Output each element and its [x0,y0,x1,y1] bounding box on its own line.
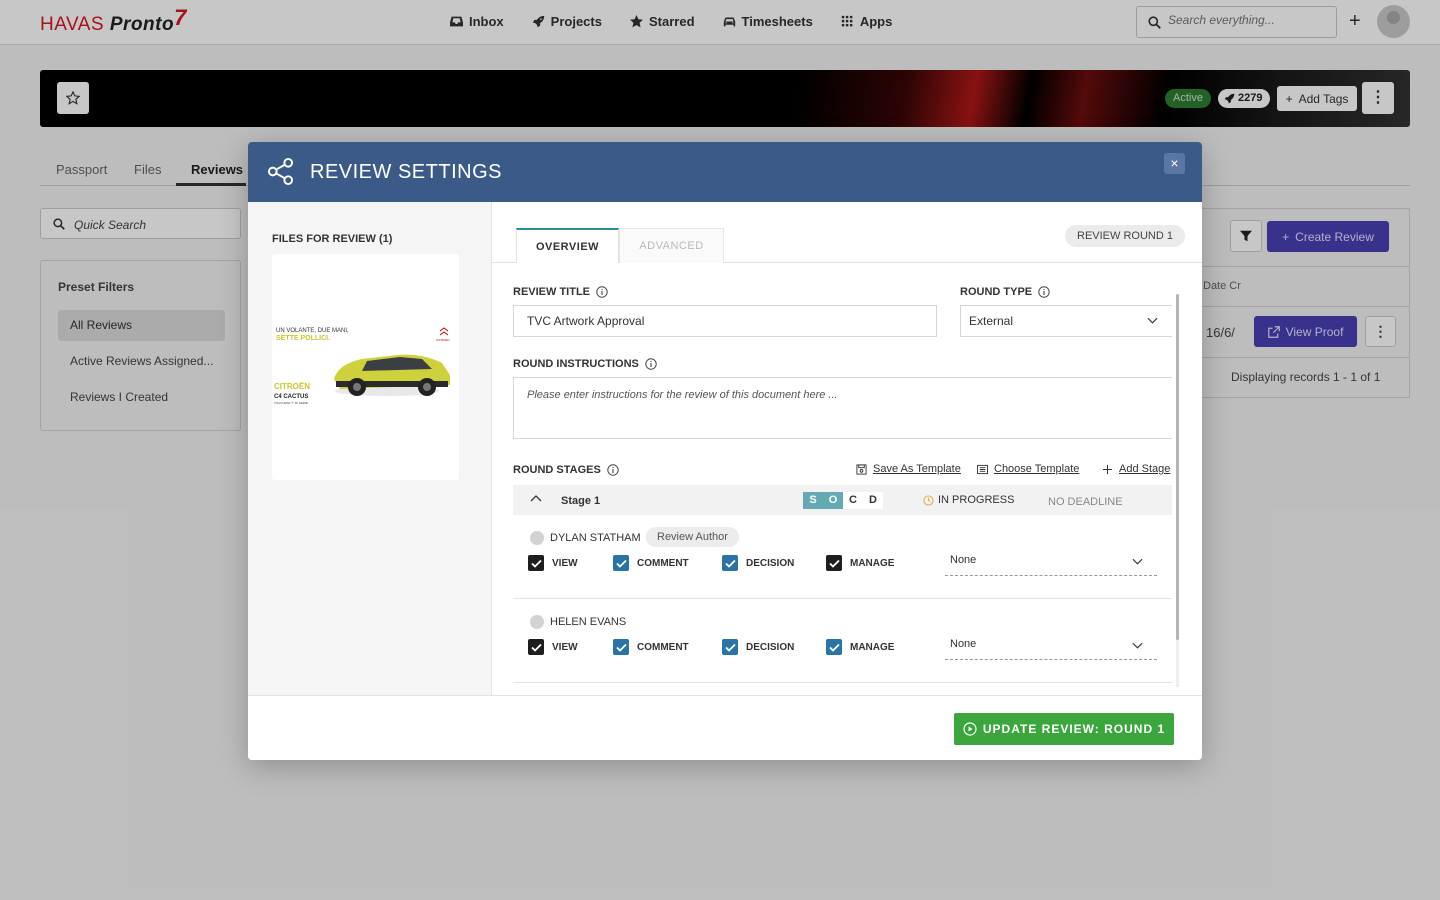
plus-icon [1102,464,1113,474]
permission-manage[interactable]: MANAGE [826,639,894,655]
update-review-button[interactable]: UPDATE REVIEW: ROUND 1 [954,713,1174,745]
info-icon[interactable] [645,358,657,370]
info-icon[interactable] [1038,286,1050,298]
modal-title: REVIEW SETTINGS [310,161,502,183]
save-as-template-button[interactable]: Save As Template [856,463,961,475]
permission-comment[interactable]: COMMENT [613,555,689,571]
checkbox-checked-icon[interactable] [613,555,629,571]
stage-status: IN PROGRESS [923,494,1014,506]
review-settings-form: OVERVIEW ADVANCED REVIEW ROUND 1 REVIEW … [492,202,1202,695]
reviewer-avatar [530,531,544,545]
file-thumbnail[interactable]: UN VOLANTE, DUE MANI, SETTE POLLICI. CIT… [272,254,459,480]
settings-tabs: OVERVIEW ADVANCED REVIEW ROUND 1 [492,202,1202,263]
round-instructions-textarea[interactable]: Please enter instructions for the review… [513,377,1172,439]
thumb-model: C4 CACTUS [274,394,308,400]
reviewer-row: HELEN EVANS VIEW COMMENT DECISION MANAGE… [513,599,1172,683]
tab-advanced[interactable]: ADVANCED [619,228,724,263]
permission-view[interactable]: VIEW [528,555,578,571]
chevron-up-icon[interactable] [530,494,542,502]
stage-socd-indicator: S O C D [803,492,883,509]
checkbox-checked-icon[interactable] [722,555,738,571]
chevron-down-icon [1147,317,1158,324]
thumb-tagline: TOUCHPAD 7" DI SERIE. [274,401,309,405]
reviewer-avatar [530,615,544,629]
chevron-down-icon [1132,558,1143,565]
thumb-logo-text: CITROËN [436,338,450,342]
checkbox-checked-icon[interactable] [528,639,544,655]
round-instructions-label: ROUND INSTRUCTIONS [513,358,657,370]
reviewer-option-select[interactable]: None [945,638,1157,660]
permission-decision[interactable]: DECISION [722,639,794,655]
files-title: FILES FOR REVIEW (1) [272,233,393,245]
review-title-label: REVIEW TITLE [513,286,608,298]
socd-o: O [823,492,843,509]
stage-deadline[interactable]: NO DEADLINE [1048,496,1123,508]
checkbox-checked-icon[interactable] [826,639,842,655]
socd-c: C [843,492,863,509]
permission-view[interactable]: VIEW [528,639,578,655]
review-settings-modal: REVIEW SETTINGS × FILES FOR REVIEW (1) U… [248,142,1202,760]
share-icon [267,158,294,185]
save-icon [856,463,867,475]
template-list-icon [977,464,988,474]
permission-comment[interactable]: COMMENT [613,639,689,655]
permission-decision[interactable]: DECISION [722,555,794,571]
modal-header: REVIEW SETTINGS × [248,142,1202,202]
tab-overview[interactable]: OVERVIEW [516,228,619,263]
permission-manage[interactable]: MANAGE [826,555,894,571]
scrollbar-thumb[interactable] [1176,294,1179,640]
clock-icon [923,494,934,506]
socd-s: S [803,492,823,509]
close-icon[interactable]: × [1164,153,1185,174]
reviewer-name: HELEN EVANS [550,616,627,628]
choose-template-button[interactable]: Choose Template [977,463,1079,475]
info-icon[interactable] [596,286,608,298]
reviewer-name: DYLAN STATHAM [550,532,641,544]
checkbox-checked-icon[interactable] [528,555,544,571]
round-type-label: ROUND TYPE [960,286,1050,298]
reviewer-row: DYLAN STATHAM Review Author VIEW COMMENT… [513,515,1172,599]
review-round-badge: REVIEW ROUND 1 [1065,225,1185,247]
modal-footer: UPDATE REVIEW: ROUND 1 [248,695,1202,760]
play-circle-icon [963,722,977,736]
car-advert-image: UN VOLANTE, DUE MANI, SETTE POLLICI. CIT… [272,319,459,413]
stage-name: Stage 1 [561,495,601,507]
files-for-review-panel: FILES FOR REVIEW (1) UN VOLANTE, DUE MAN… [248,202,492,695]
socd-d: D [863,492,883,509]
round-type-select[interactable]: External [960,305,1172,337]
thumb-headline-1: UN VOLANTE, DUE MANI, [276,328,349,334]
checkbox-checked-icon[interactable] [613,639,629,655]
reviewer-option-select[interactable]: None [945,554,1157,576]
reviewer-role-badge: Review Author [646,527,739,547]
checkbox-checked-icon[interactable] [826,555,842,571]
round-stages-label: ROUND STAGES [513,464,619,476]
thumb-brand: CITROËN [274,382,310,391]
chevron-down-icon [1132,642,1143,649]
add-stage-button[interactable]: Add Stage [1102,463,1170,475]
checkbox-checked-icon[interactable] [722,639,738,655]
thumb-headline-2: SETTE POLLICI. [276,335,330,342]
info-icon[interactable] [607,464,619,476]
stage-header[interactable]: Stage 1 S O C D IN PROGRESS NO DEADLINE [513,485,1172,515]
review-title-input[interactable]: TVC Artwork Approval [513,305,937,337]
